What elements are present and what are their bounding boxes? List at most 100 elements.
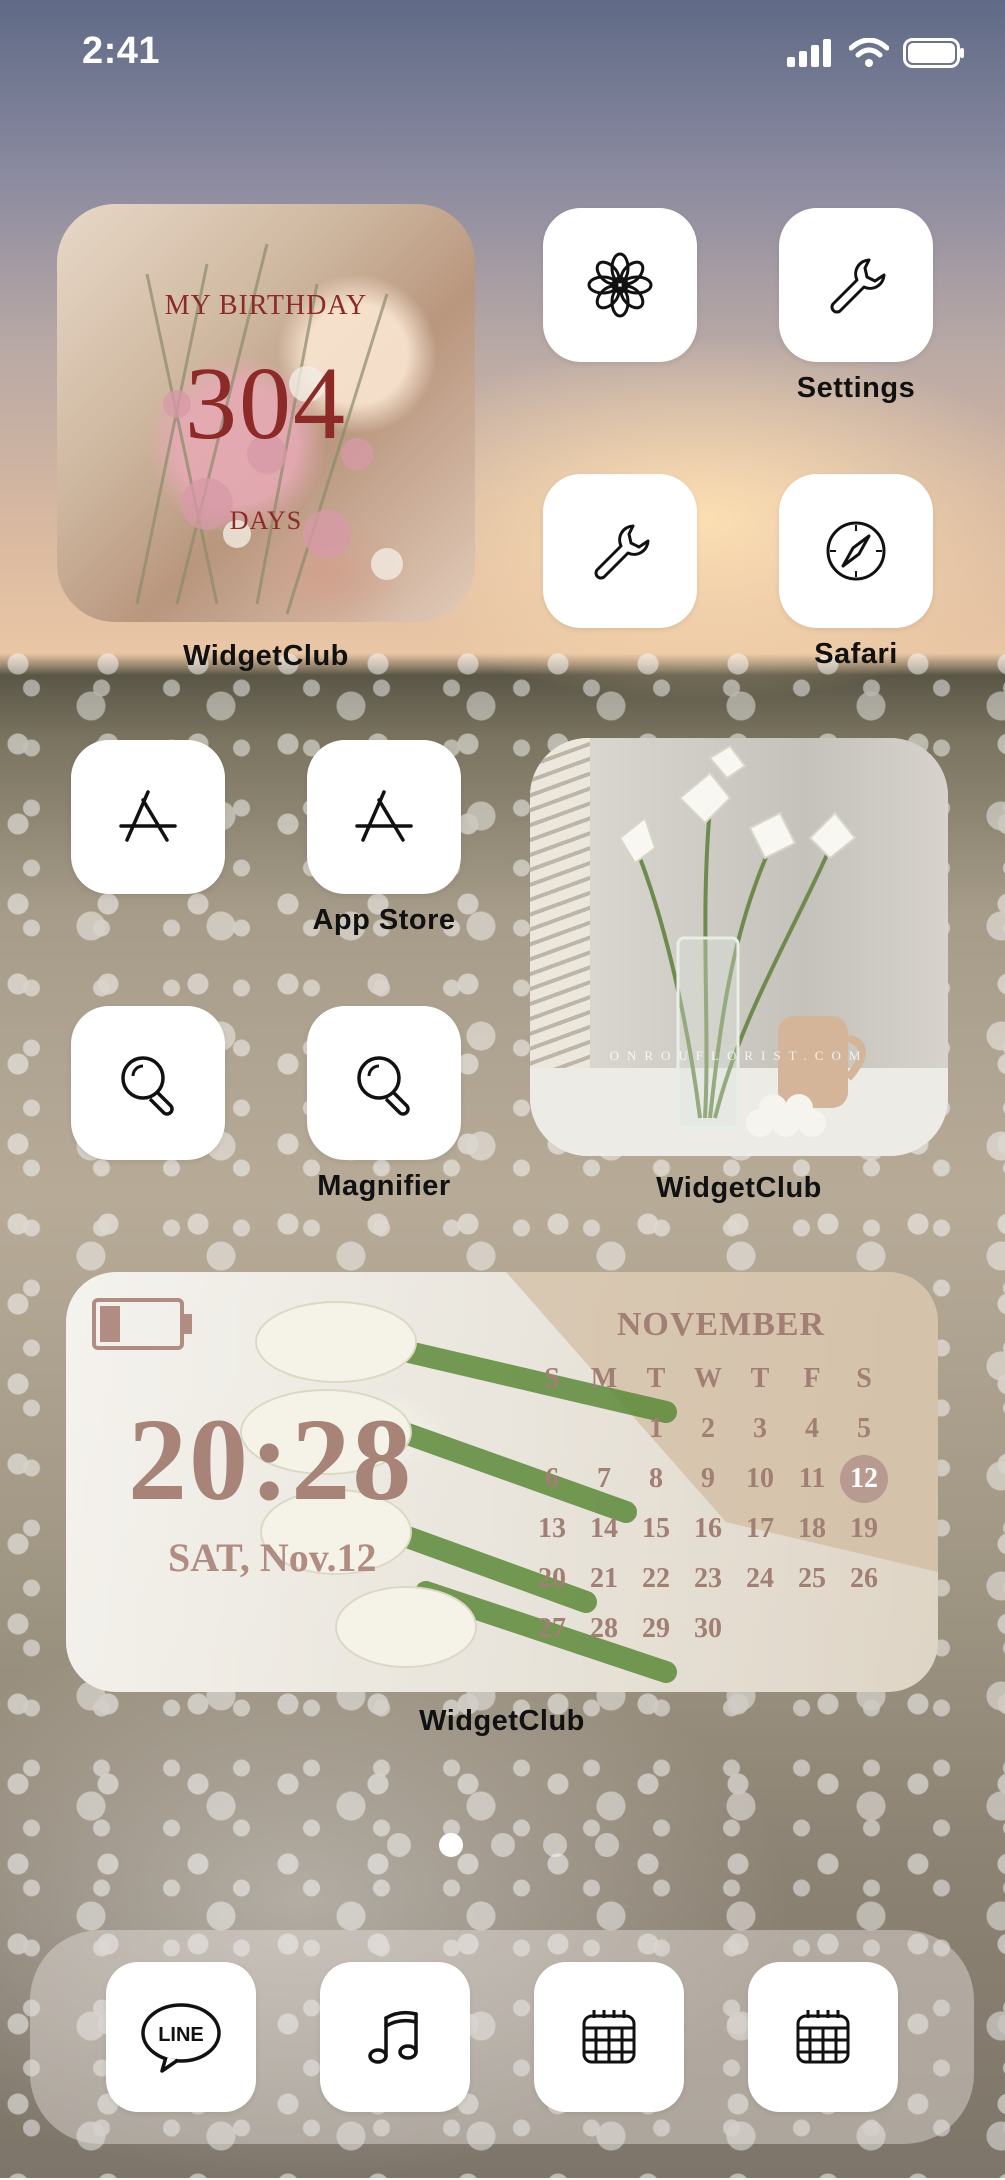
app-tile[interactable] [307,1006,461,1160]
calendar-weekday: F [803,1363,821,1394]
status-icons [787,38,965,68]
status-time: 2:41 [82,30,161,72]
calendar-weekday: S [544,1363,560,1394]
widget-label: WidgetClub [656,1172,822,1204]
birthday-caption: MY BIRTHDAY [164,290,368,321]
calendar-day: 29 [642,1613,670,1644]
widget-clock-time: 20:28 [128,1394,414,1525]
calendar-day: 20 [538,1563,566,1594]
app-tile[interactable] [779,208,933,362]
calendar-day: 17 [746,1513,774,1544]
app-wrench[interactable] [543,474,697,628]
calendar-day: 26 [850,1563,878,1594]
calendar-weekday: W [694,1363,722,1394]
wifi-icon [849,38,889,67]
calendar-day: 6 [545,1463,559,1494]
app-tile[interactable] [71,740,225,894]
calendar-day: 18 [798,1513,826,1544]
dock-app-music[interactable] [320,1962,470,2112]
magnifier-icon [357,1056,410,1116]
app-tile[interactable] [543,474,697,628]
birthday-days-label: DAYS [229,506,303,535]
app-label: Magnifier [317,1170,451,1202]
calendar-day: 1 [649,1413,663,1444]
app-label: Settings [796,372,916,404]
calendar-day: 4 [805,1413,819,1444]
calendar-day: 2 [701,1413,715,1444]
calendar-week-row: 13 14 15 16 17 18 19 [526,1504,916,1554]
calendar-icon [796,2010,850,2064]
magnifier-icon [121,1056,174,1116]
page-dot-active[interactable] [438,1833,463,1857]
calendar-week-row: 20 21 22 23 24 25 26 [526,1554,916,1604]
calendar-day: 22 [642,1563,670,1594]
birthday-count: 304 [185,346,347,461]
calendar-day: 24 [746,1563,774,1594]
wrench-icon [594,524,650,580]
calendar-day: 27 [538,1613,566,1644]
compass-icon [826,521,886,581]
app-magnifier[interactable]: Magnifier [307,1006,461,1202]
flower-icon [587,252,653,318]
page-dot[interactable] [594,1833,619,1857]
app-label: App Store [312,904,456,936]
calendar-day: 12 [838,1455,890,1503]
page-dot[interactable] [386,1833,411,1857]
app-app-store[interactable]: App Store [307,740,461,936]
calendar-grid: S M T W T F S 1 2 3 4 5 6 7 8 9 10 11 12 13 14 15 16 17 18 19 20 21… [526,1354,916,1654]
dock-app-line[interactable]: LINE [106,1962,256,2112]
app-flower[interactable] [543,208,697,362]
app-tile[interactable] [71,1006,225,1160]
calendar-day: 8 [649,1463,663,1494]
photo-widget[interactable]: ONROUFLORIST.COM [530,738,948,1156]
calendar-day: 7 [597,1463,611,1494]
line-icon: LINE [141,2003,221,2073]
app-tile[interactable] [779,474,933,628]
clock-calendar-widget[interactable]: 20:28 SAT, Nov.12 NOVEMBER SMTWTFS123456… [66,1272,938,1692]
app-tile[interactable] [543,208,697,362]
calendar-weekday: T [646,1363,666,1394]
battery-widget-icon [92,1298,192,1350]
app-settings[interactable]: Settings [779,208,933,404]
calendar-day: 10 [746,1463,774,1494]
page-indicator[interactable] [0,1833,1005,1857]
calendar-day: 21 [590,1563,618,1594]
calendar-day: 25 [798,1563,826,1594]
widget-label: WidgetClub [183,640,349,672]
app-safari[interactable]: Safari [779,474,933,670]
calendar-weekday: T [750,1363,770,1394]
dock: LINE [30,1930,974,2144]
calendar-day: 28 [590,1613,618,1644]
calendar-day: 9 [701,1463,715,1494]
wrench-icon [830,258,886,314]
app-magnifier-1[interactable] [71,1006,225,1160]
calendar-day: 19 [850,1513,878,1544]
signal-icon [787,39,831,67]
page-dot[interactable] [490,1833,515,1857]
dock-app-calendar[interactable] [534,1962,684,2112]
calendar-week-row: 1 2 3 4 5 [526,1404,916,1454]
birthday-widget[interactable]: MY BIRTHDAY 304 DAYS [57,204,475,622]
calendar-day: 30 [694,1613,722,1644]
calendar-day: 23 [694,1563,722,1594]
status-bar: 2:41 [0,0,1005,110]
calendar-day: 14 [590,1513,618,1544]
music-icon [368,2010,418,2064]
calendar-weekday: S [856,1363,872,1394]
calendar-icon [582,2010,636,2064]
calendar-weekday-row: SMTWTFS [526,1354,916,1404]
calendar-month: NOVEMBER [616,1306,826,1343]
app-store-icon [355,790,413,842]
dock-app-calendar-2[interactable] [748,1962,898,2112]
widget-date: SAT, Nov.12 [168,1535,377,1580]
calendar-week-row: 27 28 29 30 [526,1604,916,1654]
calendar-week-row: 6 7 8 9 10 11 12 [526,1454,916,1504]
watermark-text: ONROUFLORIST.COM [609,1048,869,1063]
tulip-vase-illustration [618,744,866,1137]
calendar-day: 3 [753,1413,767,1444]
calendar-day: 15 [642,1513,670,1544]
app-tile[interactable] [307,740,461,894]
calendar-day: 11 [798,1463,826,1494]
app-app-store-1[interactable] [71,740,225,894]
page-dot[interactable] [542,1833,567,1857]
